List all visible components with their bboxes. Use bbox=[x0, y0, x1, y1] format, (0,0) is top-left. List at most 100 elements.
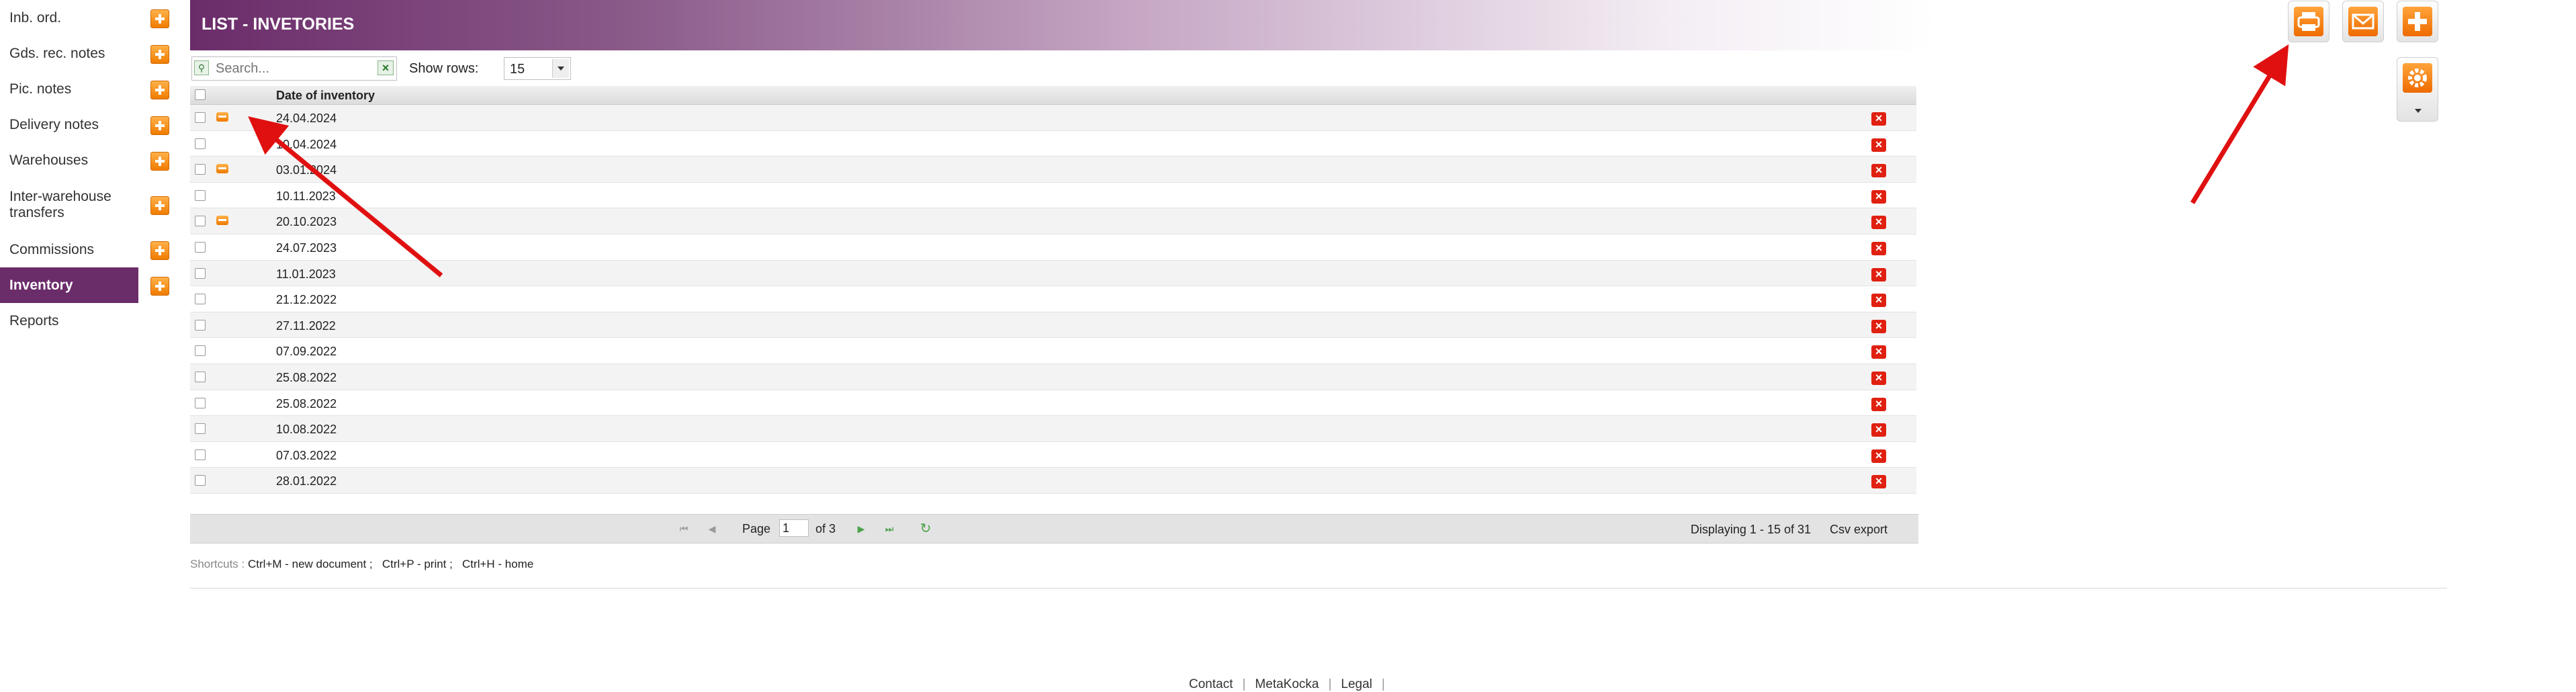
row-checkbox[interactable] bbox=[195, 138, 206, 149]
delete-icon[interactable]: × bbox=[1871, 189, 1886, 204]
inventory-date: 11.01.2023 bbox=[276, 267, 336, 281]
column-header-date[interactable]: Date of inventory bbox=[276, 89, 375, 103]
last-page-icon[interactable]: ⏭ bbox=[883, 523, 895, 535]
shortcuts-bar: Shortcuts : Ctrl+M - new document ; Ctrl… bbox=[190, 558, 533, 571]
delete-icon[interactable]: × bbox=[1871, 294, 1886, 308]
row-checkbox[interactable] bbox=[195, 241, 206, 253]
delete-icon[interactable]: × bbox=[1871, 345, 1886, 359]
sidebar-item-inventory[interactable]: Inventory bbox=[0, 267, 169, 303]
table-row[interactable]: 07.09.2022 × bbox=[190, 338, 1916, 364]
row-checkbox[interactable] bbox=[195, 164, 206, 175]
table-row[interactable]: 20.10.2023 × bbox=[190, 208, 1916, 234]
select-all-checkbox[interactable] bbox=[195, 89, 206, 100]
delete-icon[interactable]: × bbox=[1871, 475, 1886, 489]
add-icon[interactable] bbox=[150, 151, 169, 171]
table-row[interactable]: 07.03.2022 × bbox=[190, 441, 1916, 468]
settings-dropdown-button[interactable] bbox=[2397, 57, 2438, 122]
footer-link-metakocka[interactable]: MetaKocka bbox=[1255, 677, 1319, 691]
sidebar-item-label: Inb. ord. bbox=[9, 9, 62, 26]
sidebar-item-label: Commissions bbox=[9, 241, 95, 257]
printed-icon bbox=[216, 216, 228, 226]
add-icon[interactable] bbox=[150, 241, 169, 260]
annotation-arrow-print-button bbox=[2190, 44, 2289, 204]
csv-export-link[interactable]: Csv export bbox=[1830, 523, 1887, 537]
sidebar-item-warehouses[interactable]: Warehouses bbox=[0, 142, 176, 178]
row-checkbox[interactable] bbox=[195, 371, 206, 382]
table-row[interactable]: 25.08.2022 × bbox=[190, 363, 1916, 390]
row-checkbox[interactable] bbox=[195, 449, 206, 460]
footer-link-legal[interactable]: Legal bbox=[1341, 677, 1372, 691]
delete-icon[interactable]: × bbox=[1871, 397, 1886, 411]
row-checkbox[interactable] bbox=[195, 319, 206, 331]
delete-icon[interactable]: × bbox=[1871, 319, 1886, 333]
add-icon[interactable] bbox=[150, 9, 169, 28]
row-checkbox[interactable] bbox=[195, 294, 206, 305]
list-toolbar: ⚲ × Show rows: 15 bbox=[190, 55, 1937, 83]
table-row[interactable]: 24.07.2023 × bbox=[190, 234, 1916, 261]
first-page-icon[interactable]: ⏮ bbox=[678, 523, 690, 535]
email-button[interactable] bbox=[2342, 1, 2384, 42]
sidebar-item-label: Pic. notes bbox=[9, 81, 72, 97]
sidebar-item-inter-warehouse-transfers[interactable]: Inter-warehouse transfers bbox=[0, 178, 176, 232]
add-icon[interactable] bbox=[150, 80, 169, 99]
sidebar-item-reports[interactable]: Reports bbox=[0, 303, 176, 339]
sidebar-item-commissions[interactable]: Commissions bbox=[0, 232, 176, 267]
table-row[interactable]: 10.04.2024 × bbox=[190, 130, 1916, 157]
table-row[interactable]: 27.11.2022 × bbox=[190, 312, 1916, 339]
sidebar-item-label: Gds. rec. notes bbox=[9, 45, 105, 61]
row-checkbox[interactable] bbox=[195, 189, 206, 201]
page-number-input[interactable]: 1 bbox=[779, 519, 809, 537]
add-icon[interactable] bbox=[150, 116, 169, 135]
footer-link-contact[interactable]: Contact bbox=[1189, 677, 1233, 691]
table-row[interactable]: 25.08.2022 × bbox=[190, 390, 1916, 417]
shortcut-print: Ctrl+P - print ; bbox=[382, 558, 453, 570]
delete-icon[interactable]: × bbox=[1871, 112, 1886, 126]
table-row[interactable]: 11.01.2023 × bbox=[190, 260, 1916, 287]
inventory-date: 03.01.2024 bbox=[276, 163, 337, 177]
row-checkbox[interactable] bbox=[195, 423, 206, 435]
content-divider bbox=[190, 588, 2447, 589]
table-row[interactable]: 10.11.2023 × bbox=[190, 182, 1916, 209]
search-box: ⚲ × bbox=[191, 56, 397, 81]
row-checkbox[interactable] bbox=[195, 112, 206, 123]
sidebar-item-gds-rec-notes[interactable]: Gds. rec. notes bbox=[0, 36, 176, 71]
search-input[interactable] bbox=[214, 60, 371, 77]
rows-per-page-select[interactable]: 15 bbox=[504, 57, 571, 80]
row-checkbox[interactable] bbox=[195, 216, 206, 227]
refresh-icon[interactable]: ↻ bbox=[920, 522, 932, 535]
table-row[interactable]: 03.01.2024 × bbox=[190, 157, 1916, 183]
add-icon[interactable] bbox=[150, 196, 169, 215]
print-button[interactable] bbox=[2288, 1, 2329, 42]
delete-icon[interactable]: × bbox=[1871, 216, 1886, 230]
clear-search-icon[interactable]: × bbox=[377, 60, 394, 75]
row-checkbox[interactable] bbox=[195, 397, 206, 408]
delete-icon[interactable]: × bbox=[1871, 164, 1886, 178]
delete-icon[interactable]: × bbox=[1871, 241, 1886, 255]
inventory-date: 25.08.2022 bbox=[276, 396, 337, 410]
previous-page-icon[interactable]: ◀ bbox=[706, 523, 718, 535]
delete-icon[interactable]: × bbox=[1871, 138, 1886, 152]
delete-icon[interactable]: × bbox=[1871, 267, 1886, 282]
printed-icon bbox=[216, 164, 228, 174]
add-icon[interactable] bbox=[150, 276, 169, 296]
table-row[interactable]: 10.08.2022 × bbox=[190, 416, 1916, 442]
delete-icon[interactable]: × bbox=[1871, 423, 1886, 437]
row-checkbox[interactable] bbox=[195, 475, 206, 486]
sidebar-item-delivery-notes[interactable]: Delivery notes bbox=[0, 107, 176, 142]
table-row[interactable]: 28.01.2022 × bbox=[190, 468, 1916, 494]
sidebar-item-inb-ord[interactable]: Inb. ord. bbox=[0, 0, 176, 36]
row-checkbox[interactable] bbox=[195, 345, 206, 357]
grid-body: 24.04.2024 × 10.04.2024 × 03.01.2024 × 10.11.2… bbox=[190, 105, 1916, 494]
add-icon[interactable] bbox=[150, 44, 169, 64]
sidebar-item-pic-notes[interactable]: Pic. notes bbox=[0, 71, 176, 107]
row-checkbox[interactable] bbox=[195, 267, 206, 279]
next-page-icon[interactable]: ▶ bbox=[855, 523, 867, 535]
delete-icon[interactable]: × bbox=[1871, 371, 1886, 385]
search-icon[interactable]: ⚲ bbox=[194, 60, 209, 75]
page-title: LIST - INVETORIES bbox=[202, 15, 355, 34]
table-row[interactable]: 21.12.2022 × bbox=[190, 286, 1916, 312]
table-row[interactable]: 24.04.2024 × bbox=[190, 105, 1916, 131]
add-inventory-button[interactable] bbox=[2397, 1, 2438, 42]
delete-icon[interactable]: × bbox=[1871, 449, 1886, 463]
page-header: LIST - INVETORIES bbox=[190, 0, 1937, 50]
